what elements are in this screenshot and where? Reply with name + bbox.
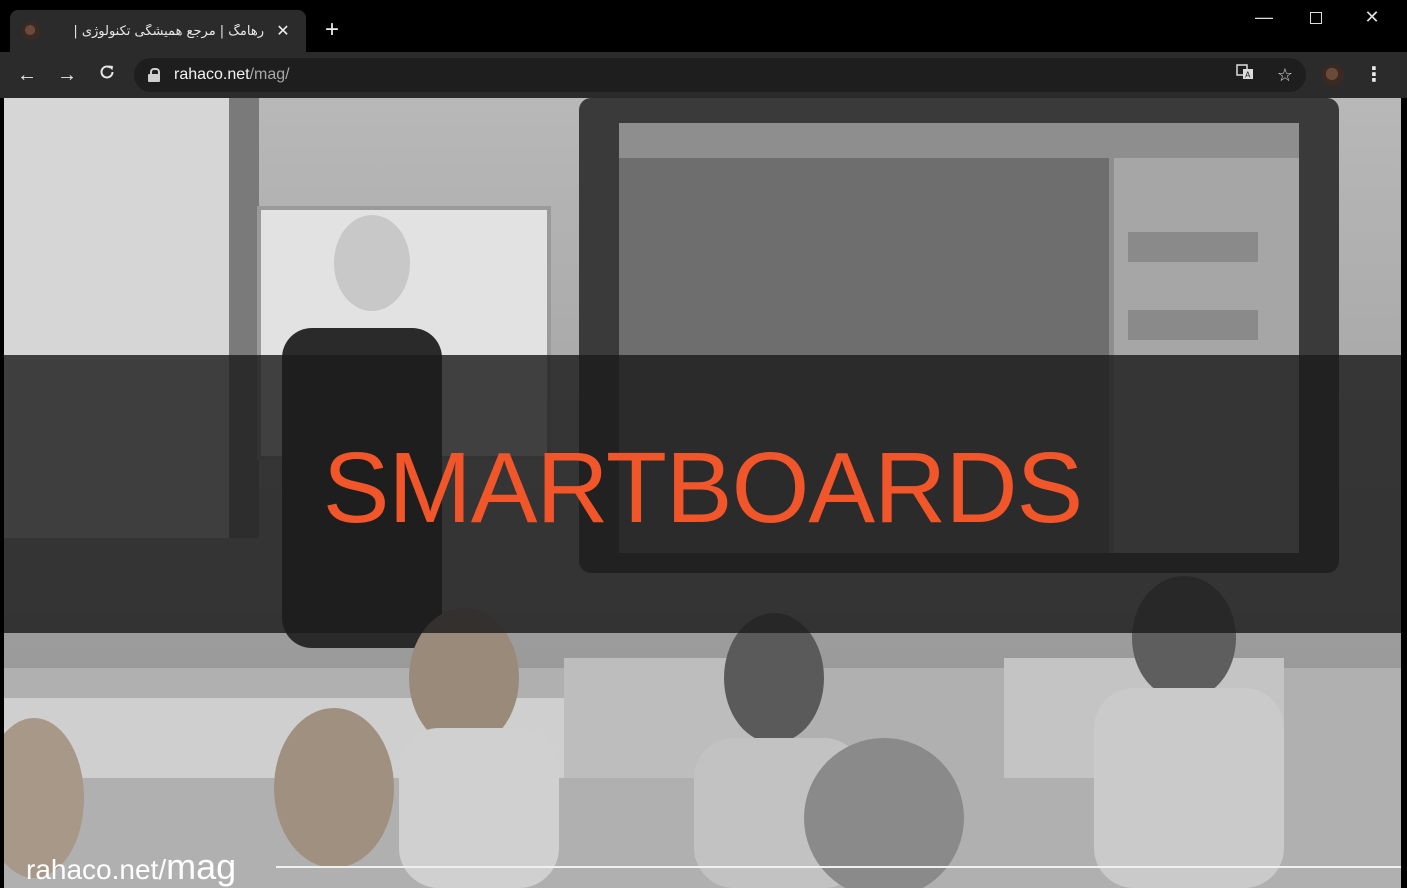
tab-strip: رهامگ | مرجع همیشگی تکنولوژی | ✕ + — ✕ xyxy=(0,0,1407,52)
menu-icon[interactable]: ⋮ xyxy=(1362,60,1386,90)
tab-title: رهامگ | مرجع همیشگی تکنولوژی | xyxy=(73,23,264,39)
browser-window: رهامگ | مرجع همیشگی تکنولوژی | ✕ + — ✕ ←… xyxy=(0,0,1407,888)
watermark-path: mag xyxy=(166,846,237,887)
reload-icon xyxy=(100,65,114,79)
site-favicon-icon xyxy=(22,22,40,40)
tab-rahamag[interactable]: رهامگ | مرجع همیشگی تکنولوژی | ✕ xyxy=(10,10,306,52)
page-content: SMARTBOARDS rahaco.net/mag xyxy=(4,98,1401,888)
url-path: /mag/ xyxy=(249,66,290,83)
watermark-domain: rahaco.net/ xyxy=(26,854,167,885)
watermark-divider xyxy=(276,866,1401,868)
maximize-icon xyxy=(1310,12,1322,25)
forward-button[interactable]: → xyxy=(52,60,82,90)
close-window-button[interactable]: ✕ xyxy=(1344,2,1400,32)
browser-toolbar: ← → rahaco.net/mag/ A ☆ ⋮ xyxy=(0,52,1407,98)
bookmark-star-icon[interactable]: ☆ xyxy=(1272,62,1298,88)
translate-icon[interactable]: A xyxy=(1232,62,1258,88)
url-host: rahaco.net xyxy=(174,66,250,83)
reload-button[interactable] xyxy=(92,60,122,90)
svg-text:A: A xyxy=(1245,71,1251,80)
lock-icon[interactable] xyxy=(148,68,160,82)
headline-text: SMARTBOARDS xyxy=(322,432,1084,544)
new-tab-button[interactable]: + xyxy=(318,16,346,44)
back-button[interactable]: ← xyxy=(12,60,42,90)
extension-icon[interactable] xyxy=(1322,64,1344,86)
tab-close-icon[interactable]: ✕ xyxy=(272,21,294,41)
minimize-button[interactable]: — xyxy=(1236,2,1292,32)
address-bar[interactable]: rahaco.net/mag/ A ☆ xyxy=(134,58,1306,92)
site-watermark: rahaco.net/mag xyxy=(26,846,236,888)
maximize-button[interactable] xyxy=(1288,2,1344,32)
